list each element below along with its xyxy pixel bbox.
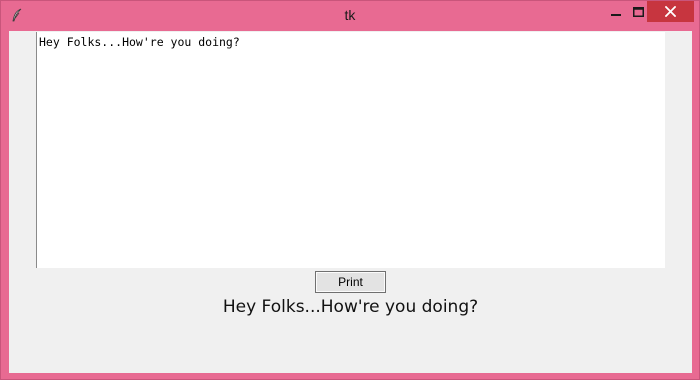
window-title: tk bbox=[344, 7, 356, 23]
close-icon bbox=[664, 2, 677, 21]
maximize-button[interactable] bbox=[629, 1, 647, 22]
app-window: tk Hey Folks...How're you doing? Print H… bbox=[0, 0, 700, 380]
print-button[interactable]: Print bbox=[315, 271, 386, 293]
title-bar[interactable]: tk bbox=[1, 1, 699, 31]
maximize-icon bbox=[632, 2, 644, 21]
window-client-area: Hey Folks...How're you doing? Print Hey … bbox=[9, 31, 692, 373]
close-button[interactable] bbox=[647, 1, 694, 22]
minimize-button[interactable] bbox=[603, 1, 629, 22]
output-label: Hey Folks...How're you doing? bbox=[222, 297, 479, 317]
text-area-content: Hey Folks...How're you doing? bbox=[39, 35, 240, 49]
minimize-icon bbox=[611, 2, 621, 21]
text-area[interactable]: Hey Folks...How're you doing? bbox=[36, 32, 665, 268]
